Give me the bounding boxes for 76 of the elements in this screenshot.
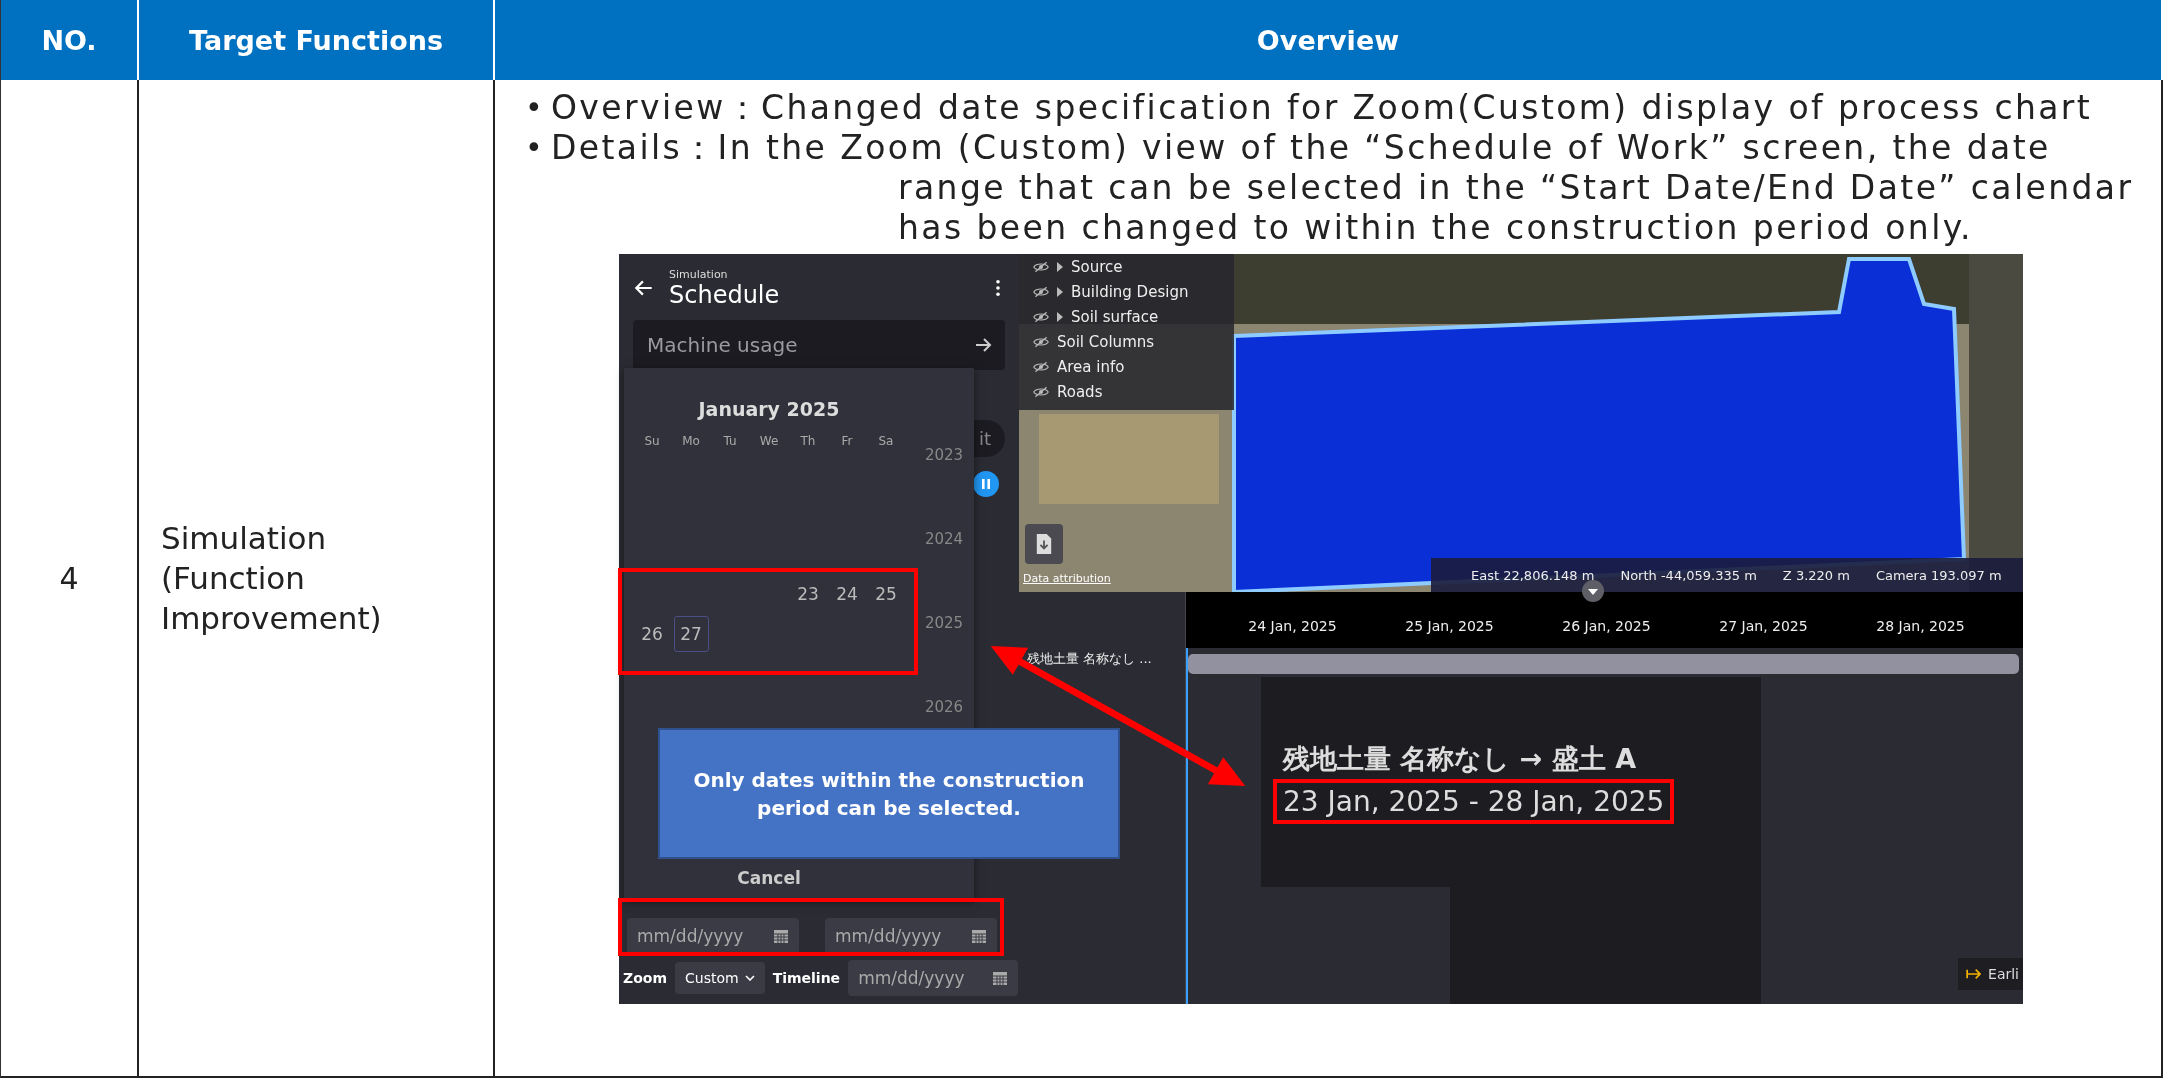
layer-name[interactable]: Soil Columns bbox=[1057, 332, 1155, 351]
date-tick-label: 25 Jan, 2025 bbox=[1405, 618, 1494, 634]
calendar-icon[interactable] bbox=[992, 970, 1009, 986]
collapse-icon[interactable] bbox=[1582, 580, 1604, 602]
timeline-date-input[interactable]: mm/dd/yyyy bbox=[848, 960, 1019, 996]
target-function: Simulation (Function Improvement) bbox=[161, 518, 383, 639]
date-input[interactable]: mm/dd/yyyy bbox=[825, 918, 997, 954]
download-button[interactable] bbox=[1025, 524, 1063, 564]
date-tick-label: 24 Jan, 2025 bbox=[1248, 618, 1337, 634]
cancel-button[interactable]: Cancel bbox=[727, 864, 811, 892]
bullet-text: Overview：Changed date specification for Zoom(Custom) display of process chart bbox=[551, 88, 2094, 128]
hidden-eye-icon[interactable] bbox=[1033, 360, 1049, 373]
calendar-day[interactable]: 25 bbox=[868, 576, 904, 612]
year-option[interactable]: 2025 bbox=[924, 614, 964, 632]
row-number: 4 bbox=[59, 560, 79, 596]
hidden-eye-icon[interactable] bbox=[1033, 260, 1049, 273]
weekday-label: Su bbox=[643, 434, 661, 448]
arrow-to-bar-icon bbox=[1966, 968, 1983, 980]
layer-name[interactable]: Soil surface bbox=[1071, 307, 1159, 326]
weekday-label: Tu bbox=[722, 434, 738, 448]
zoom-label: Zoom bbox=[623, 970, 667, 986]
coordinate-reading: Camera 193.097 m bbox=[1875, 567, 2002, 583]
attribution-link[interactable]: Data attribution bbox=[1023, 572, 1111, 585]
expand-arrow-icon[interactable] bbox=[1057, 311, 1063, 322]
weekday-label: Fr bbox=[840, 434, 854, 448]
tooltip-date-range: 23 Jan, 2025 - 28 Jan, 2025 bbox=[1283, 784, 1665, 818]
pause-icon[interactable] bbox=[973, 471, 999, 497]
zoom-dropdown[interactable]: Custom bbox=[675, 962, 765, 994]
hidden-eye-icon[interactable] bbox=[1033, 310, 1049, 323]
expand-arrow-icon[interactable] bbox=[1057, 261, 1063, 272]
date-tick-label: 26 Jan, 2025 bbox=[1562, 618, 1651, 634]
bullet-text: Details：In the Zoom (Custom) view of the “Schedule of Work” screen, the date range that can be selected in the “Start Date/End Date” calendar has been changed to within the construction period only. bbox=[551, 128, 2135, 248]
layer-name[interactable]: Building Design bbox=[1071, 282, 1189, 301]
hidden-eye-icon[interactable] bbox=[1033, 285, 1049, 298]
timeline-label: Timeline bbox=[772, 970, 841, 986]
earlier-button[interactable]: Earli bbox=[1958, 958, 2023, 990]
more-menu-icon[interactable] bbox=[995, 279, 1001, 297]
column-header: Overview bbox=[495, 0, 2163, 80]
coordinate-reading: North -44,059.335 m bbox=[1620, 567, 1757, 583]
layer-name[interactable]: Roads bbox=[1057, 382, 1103, 401]
coordinate-reading: Z 3.220 m bbox=[1782, 567, 1850, 583]
panel-subtitle: Simulation bbox=[669, 267, 729, 281]
column-header: Target Functions bbox=[139, 0, 495, 80]
hidden-eye-icon[interactable] bbox=[1033, 385, 1049, 398]
weekday-label: We bbox=[758, 434, 780, 448]
coordinate-reading: East 22,806.148 m bbox=[1471, 567, 1595, 583]
calendar-day[interactable]: 26 bbox=[634, 616, 670, 652]
calendar-day[interactable]: 27 bbox=[673, 616, 709, 652]
callout-note: Only dates within the construction period can be selected. bbox=[658, 728, 1120, 859]
date-tick-label: 28 Jan, 2025 bbox=[1876, 618, 1965, 634]
calendar-day[interactable]: 24 bbox=[829, 576, 865, 612]
bullet-marker: • bbox=[525, 129, 544, 167]
column-header: NO. bbox=[1, 0, 139, 80]
weekday-label: Th bbox=[799, 434, 817, 448]
year-option[interactable]: 2024 bbox=[924, 530, 964, 548]
year-option[interactable]: 2026 bbox=[924, 698, 964, 716]
date-tick-label: 27 Jan, 2025 bbox=[1719, 618, 1808, 634]
calendar-icon[interactable] bbox=[971, 928, 987, 944]
expand-arrow-icon[interactable] bbox=[1057, 286, 1063, 297]
tooltip-title: 残地土量 名称なし → 盛土 A bbox=[1283, 741, 1637, 776]
panel-title: Schedule bbox=[669, 280, 781, 309]
download-file-icon bbox=[1035, 533, 1053, 555]
search-field[interactable]: Machine usage bbox=[633, 320, 1005, 370]
chevron-down-icon bbox=[744, 975, 755, 981]
weekday-label: Mo bbox=[681, 434, 701, 448]
year-option[interactable]: 2023 bbox=[924, 446, 964, 464]
weekday-label: Sa bbox=[877, 434, 895, 448]
date-input[interactable]: mm/dd/yyyy bbox=[627, 918, 799, 954]
bullet-marker: • bbox=[525, 89, 544, 127]
calendar-month: January 2025 bbox=[698, 398, 840, 420]
calendar-day[interactable]: 23 bbox=[790, 576, 826, 612]
calendar-icon[interactable] bbox=[773, 928, 789, 944]
layer-name[interactable]: Source bbox=[1071, 257, 1123, 276]
hidden-eye-icon[interactable] bbox=[1033, 335, 1049, 348]
task-row-label: 残地土量 名称なし ... bbox=[1026, 650, 1153, 668]
layer-name[interactable]: Area info bbox=[1057, 357, 1125, 376]
